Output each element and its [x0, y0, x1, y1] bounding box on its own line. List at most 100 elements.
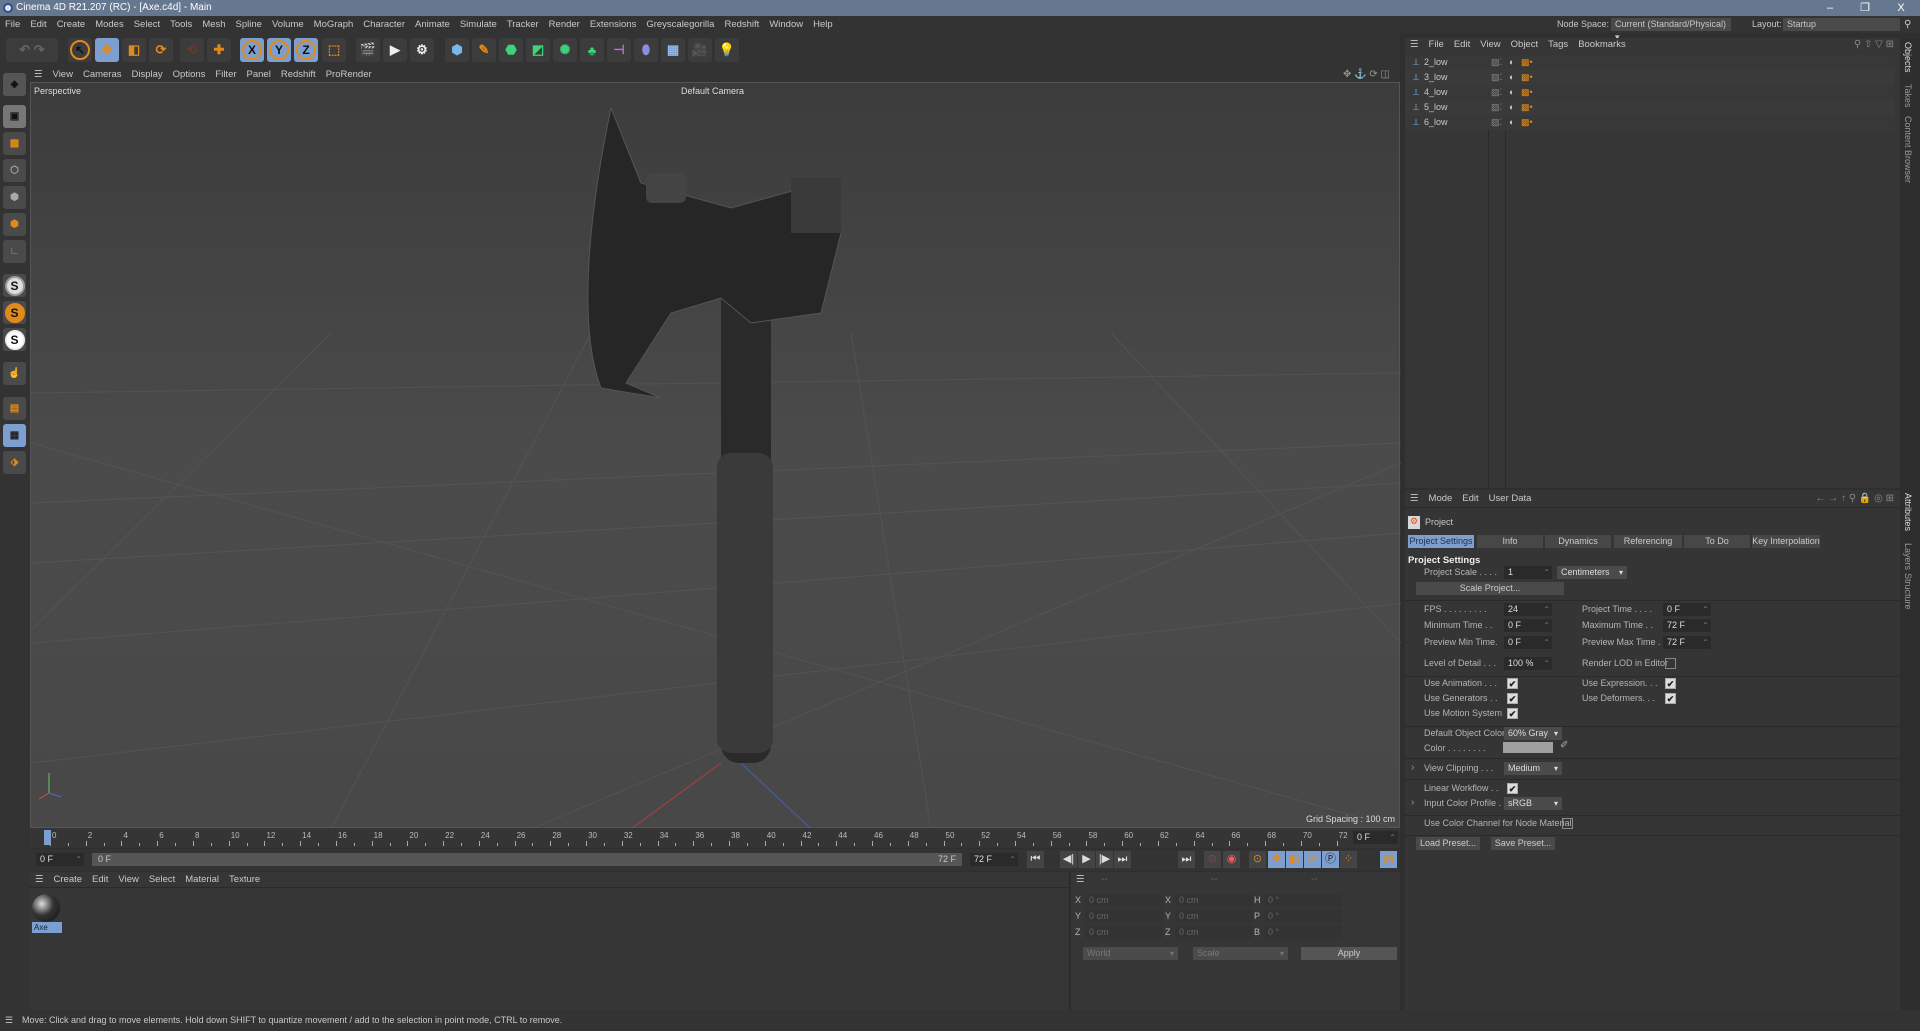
uv-tag-icon[interactable]: ▩•: [1521, 85, 1533, 100]
viewport[interactable]: Perspective Default Camera Grid Spacing …: [30, 82, 1401, 829]
render-lod-checkbox[interactable]: [1665, 658, 1676, 669]
viewport-menu-options[interactable]: Options: [168, 67, 211, 82]
light-icon[interactable]: 💡: [715, 38, 739, 62]
lock-workplane-icon[interactable]: ⬗: [3, 451, 26, 474]
viewport-nav-icons[interactable]: ✥ ⚓ ⟳ ◫: [1343, 67, 1390, 82]
attribute-menu-user-data[interactable]: User Data: [1484, 490, 1537, 508]
material-tag-icon[interactable]: ◐: [1509, 55, 1514, 70]
tab-project-settings[interactable]: Project Settings: [1408, 535, 1474, 548]
object-row[interactable]: ⟂ 6_low ▨⁚ ◐ ▩•: [1405, 115, 1895, 130]
minimize-button[interactable]: –: [1815, 0, 1845, 16]
tweak-icon[interactable]: ☝: [3, 362, 26, 385]
subdivision-icon[interactable]: ⬣: [499, 38, 523, 62]
menu-file[interactable]: File: [0, 16, 25, 33]
size-field[interactable]: 0 cm: [1175, 926, 1253, 939]
uv-tag-icon[interactable]: ▩•: [1521, 55, 1533, 70]
next-key-button[interactable]: |▶: [1096, 851, 1113, 868]
menu-redshift[interactable]: Redshift: [719, 16, 764, 33]
color-channel-checkbox[interactable]: [1562, 818, 1573, 829]
create-tool-button[interactable]: ✚: [207, 38, 231, 62]
preview-max-time-field[interactable]: 72 F ⌃: [1663, 636, 1711, 649]
menu-spline[interactable]: Spline: [231, 16, 267, 33]
playhead[interactable]: [44, 830, 51, 845]
material-tag-icon[interactable]: ◐: [1509, 115, 1514, 130]
render-settings-icon[interactable]: ⚙: [410, 38, 434, 62]
use-generators-checkbox[interactable]: ✔: [1507, 693, 1518, 704]
pen-icon[interactable]: ✎: [472, 38, 496, 62]
go-to-end-button[interactable]: ⏭: [1114, 851, 1131, 868]
uv-tag-icon[interactable]: ▩•: [1521, 100, 1533, 115]
floor-icon[interactable]: ▦: [661, 38, 685, 62]
preview-range-slider[interactable]: 0 F 72 F: [92, 853, 962, 866]
menu-mesh[interactable]: Mesh: [197, 16, 230, 33]
uv-tag-icon[interactable]: ▩•: [1521, 70, 1533, 85]
node-space-dropdown[interactable]: Current (Standard/Physical) ▾: [1611, 18, 1731, 42]
object-row[interactable]: ⟂ 4_low ▨⁚ ◐ ▩•: [1405, 85, 1895, 100]
viewport-menu-panel[interactable]: Panel: [242, 67, 276, 82]
position-field[interactable]: 0 cm: [1085, 894, 1163, 907]
side-tab-structure[interactable]: Structure: [1903, 573, 1913, 610]
mograph-icon[interactable]: ♣: [580, 38, 604, 62]
menu-animate[interactable]: Animate: [410, 16, 455, 33]
viewport-menu-display[interactable]: Display: [127, 67, 168, 82]
cloner-icon[interactable]: ✺: [553, 38, 577, 62]
object-name[interactable]: 5_low: [1424, 100, 1448, 115]
menu-modes[interactable]: Modes: [90, 16, 129, 33]
viewport-menu-view[interactable]: View: [48, 67, 78, 82]
attribute-menu-mode[interactable]: Mode: [1424, 490, 1458, 508]
object-name[interactable]: 3_low: [1424, 70, 1448, 85]
tab-to-do[interactable]: To Do: [1684, 535, 1750, 548]
object-menu-bookmarks[interactable]: Bookmarks: [1573, 38, 1631, 52]
rotate-tool-button[interactable]: ⟳: [149, 38, 173, 62]
visibility-toggle-icon[interactable]: ▨⁚: [1491, 100, 1502, 115]
object-menu-edit[interactable]: Edit: [1449, 38, 1475, 52]
viewport-menu-icon[interactable]: ☰: [30, 67, 48, 82]
use-expression-checkbox[interactable]: ✔: [1665, 678, 1676, 689]
tab-info[interactable]: Info: [1477, 535, 1543, 548]
object-row[interactable]: ⟂ 5_low ▨⁚ ◐ ▩•: [1405, 100, 1895, 115]
material-menu-icon[interactable]: ☰: [30, 872, 49, 888]
object-menu-object[interactable]: Object: [1506, 38, 1543, 52]
render-picture-viewer-icon[interactable]: ▶: [383, 38, 407, 62]
snap-s2-icon[interactable]: S: [3, 301, 26, 324]
camera-icon[interactable]: 🎥: [688, 38, 712, 62]
eyedropper-icon[interactable]: ✐: [1560, 740, 1568, 751]
end-frame-field[interactable]: 72 F ⌃: [970, 853, 1018, 866]
side-tab-layers[interactable]: Layers: [1903, 543, 1913, 570]
rotation-field[interactable]: 0 °: [1264, 926, 1342, 939]
object-name[interactable]: 2_low: [1424, 55, 1448, 70]
level-of-detail-field[interactable]: 100 % ⌃: [1504, 657, 1552, 670]
tab-dynamics[interactable]: Dynamics: [1545, 535, 1611, 548]
previous-key-button[interactable]: ◀|: [1060, 851, 1077, 868]
current-frame-field[interactable]: 0 F ⌃: [1353, 831, 1398, 844]
object-menu-file[interactable]: File: [1424, 38, 1449, 52]
key-pla-icon[interactable]: ⁘: [1340, 851, 1357, 868]
keyframe-selection-icon[interactable]: ⊙: [1249, 851, 1266, 868]
make-editable-icon[interactable]: ◈: [3, 73, 26, 96]
minimum-time-field[interactable]: 0 F ⌃: [1504, 619, 1552, 632]
side-tab-content-browser[interactable]: Content Browser: [1903, 116, 1913, 183]
input-profile-expand-icon[interactable]: ›: [1411, 797, 1414, 808]
menu-character[interactable]: Character: [358, 16, 410, 33]
object-menu-view[interactable]: View: [1475, 38, 1505, 52]
uv-tag-icon[interactable]: ▩•: [1521, 115, 1533, 130]
workplane-icon[interactable]: ∟: [3, 240, 26, 263]
menu-mograph[interactable]: MoGraph: [309, 16, 359, 33]
extrude-icon[interactable]: ◩: [526, 38, 550, 62]
menu-extensions[interactable]: Extensions: [585, 16, 641, 33]
edges-mode-icon[interactable]: ⬢: [3, 186, 26, 209]
material-tag-icon[interactable]: ◐: [1509, 85, 1514, 100]
use-animation-checkbox[interactable]: ✔: [1507, 678, 1518, 689]
coordinate-space-dropdown[interactable]: World ▾: [1083, 947, 1178, 960]
layout-dropdown[interactable]: Startup: [1783, 18, 1900, 31]
deformer-icon[interactable]: ⊣: [607, 38, 631, 62]
move-tool-button[interactable]: ✥: [95, 38, 119, 62]
default-object-color-dropdown[interactable]: 60% Gray ▾: [1504, 727, 1562, 740]
view-clipping-dropdown[interactable]: Medium ▾: [1504, 762, 1562, 775]
rotation-field[interactable]: 0 °: [1264, 894, 1342, 907]
menu-render[interactable]: Render: [544, 16, 585, 33]
material-menu-texture[interactable]: Texture: [224, 872, 265, 888]
coordinates-menu-icon[interactable]: ☰: [1071, 872, 1090, 888]
start-frame-field[interactable]: 0 F ⌃: [36, 853, 84, 866]
menu-greyscalegorilla[interactable]: Greyscalegorilla: [641, 16, 719, 33]
